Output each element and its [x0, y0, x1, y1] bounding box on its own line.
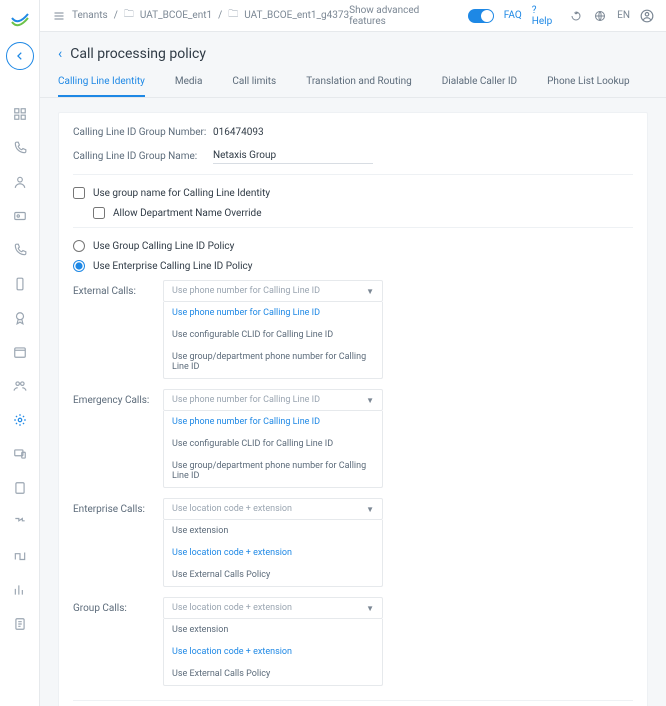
sidebar-calendar-icon[interactable]	[12, 344, 28, 360]
external-calls-label: External Calls:	[73, 280, 163, 297]
back-button[interactable]	[6, 42, 34, 70]
sidebar-user-icon[interactable]	[12, 174, 28, 190]
enterprise-calls-select[interactable]: Use location code + extension▼	[163, 498, 383, 520]
group-number-label: Calling Line ID Group Number:	[73, 127, 213, 138]
tab-translation-routing[interactable]: Translation and Routing	[306, 76, 412, 97]
account-icon[interactable]	[640, 9, 654, 23]
enterprise-calls-label: Enterprise Calls:	[73, 498, 163, 515]
advanced-toggle[interactable]	[468, 9, 494, 23]
sidebar-doc-icon[interactable]	[12, 616, 28, 632]
chevron-left-icon	[15, 51, 25, 61]
help-link[interactable]: ? Help	[532, 5, 560, 27]
group-name-label: Calling Line ID Group Name:	[73, 151, 213, 162]
check-use-group-name[interactable]: Use group name for Calling Line Identity	[73, 187, 633, 199]
crumb-tenants[interactable]: Tenants	[72, 10, 108, 21]
sidebar-award-icon[interactable]	[12, 310, 28, 326]
sidebar-card-icon[interactable]	[12, 208, 28, 224]
folder-icon: 🗀	[124, 7, 134, 24]
group-calls-label: Group Calls:	[73, 597, 163, 614]
check-allow-dept-override[interactable]: Allow Department Name Override	[93, 207, 633, 219]
emergency-calls-label: Emergency Calls:	[73, 389, 163, 406]
globe-icon[interactable]	[593, 9, 607, 23]
tabs: Calling Line Identity Media Call limits …	[40, 62, 666, 98]
brand-logo	[8, 8, 32, 32]
chevron-down-icon: ▼	[366, 287, 374, 296]
group-opt-0[interactable]: Use extension	[164, 619, 382, 641]
breadcrumb: Tenants/ 🗀 UAT_BCOE_ent1/ 🗀 UAT_BCOE_ent…	[52, 7, 349, 24]
sidebar-settings-icon[interactable]	[12, 412, 28, 428]
lang-label[interactable]: EN	[617, 10, 630, 21]
enterprise-opt-0[interactable]: Use extension	[164, 520, 382, 542]
enterprise-opt-2[interactable]: Use External Calls Policy	[164, 564, 382, 586]
sidebar-analytics-icon[interactable]	[12, 582, 28, 598]
emergency-opt-1[interactable]: Use configurable CLID for Calling Line I…	[164, 433, 382, 455]
sidebar-route-icon[interactable]	[12, 548, 28, 564]
folder-icon: 🗀	[228, 7, 238, 24]
enterprise-opt-1[interactable]: Use location code + extension	[164, 542, 382, 564]
sidebar-device-icon[interactable]	[12, 446, 28, 462]
tab-phone-list-lookup[interactable]: Phone List Lookup	[547, 76, 630, 97]
emergency-opt-2[interactable]: Use group/department phone number for Ca…	[164, 455, 382, 487]
radio-group-policy[interactable]: Use Group Calling Line ID Policy	[73, 240, 633, 252]
emergency-opt-0[interactable]: Use phone number for Calling Line ID	[164, 411, 382, 433]
tab-calling-line-identity[interactable]: Calling Line Identity	[58, 76, 145, 97]
external-calls-select[interactable]: Use phone number for Calling Line ID▼	[163, 280, 383, 302]
topbar: Tenants/ 🗀 UAT_BCOE_ent1/ 🗀 UAT_BCOE_ent…	[40, 0, 666, 32]
chevron-down-icon: ▼	[366, 396, 374, 405]
menu-icon[interactable]	[52, 9, 66, 23]
external-opt-2[interactable]: Use group/department phone number for Ca…	[164, 346, 382, 378]
sidebar-clipboard-icon[interactable]	[12, 480, 28, 496]
external-opt-0[interactable]: Use phone number for Calling Line ID	[164, 302, 382, 324]
sidebar	[0, 0, 40, 706]
sidebar-mobile-icon[interactable]	[12, 276, 28, 292]
sidebar-users-icon[interactable]	[12, 378, 28, 394]
history-icon[interactable]	[569, 9, 583, 23]
chevron-down-icon: ▼	[366, 604, 374, 613]
crumb-group[interactable]: UAT_BCOE_ent1_g4373	[244, 10, 349, 21]
tab-dialable-caller-id[interactable]: Dialable Caller ID	[442, 76, 517, 97]
crumb-ent[interactable]: UAT_BCOE_ent1	[140, 10, 212, 21]
page-title: Call processing policy	[70, 46, 206, 62]
group-calls-select[interactable]: Use location code + extension▼	[163, 597, 383, 619]
group-opt-1[interactable]: Use location code + extension	[164, 641, 382, 663]
sidebar-dashboard-icon[interactable]	[12, 106, 28, 122]
emergency-calls-select[interactable]: Use phone number for Calling Line ID▼	[163, 389, 383, 411]
sidebar-call-icon[interactable]	[12, 242, 28, 258]
main-card: Calling Line ID Group Number: 016474093 …	[58, 112, 648, 706]
advanced-label: Show advanced features	[349, 5, 458, 27]
tab-call-limits[interactable]: Call limits	[232, 76, 276, 97]
external-opt-1[interactable]: Use configurable CLID for Calling Line I…	[164, 324, 382, 346]
group-name-input[interactable]	[213, 148, 373, 164]
tab-media[interactable]: Media	[175, 76, 203, 97]
faq-link[interactable]: FAQ	[504, 10, 522, 21]
sidebar-phone-icon[interactable]	[12, 140, 28, 156]
radio-enterprise-policy[interactable]: Use Enterprise Calling Line ID Policy	[73, 260, 633, 272]
chevron-down-icon: ▼	[366, 505, 374, 514]
sidebar-flow-icon[interactable]	[12, 514, 28, 530]
group-number-value: 016474093	[213, 127, 264, 138]
page-header: ‹ Call processing policy	[40, 32, 666, 62]
back-chevron-icon[interactable]: ‹	[58, 46, 62, 62]
group-opt-2[interactable]: Use External Calls Policy	[164, 663, 382, 685]
